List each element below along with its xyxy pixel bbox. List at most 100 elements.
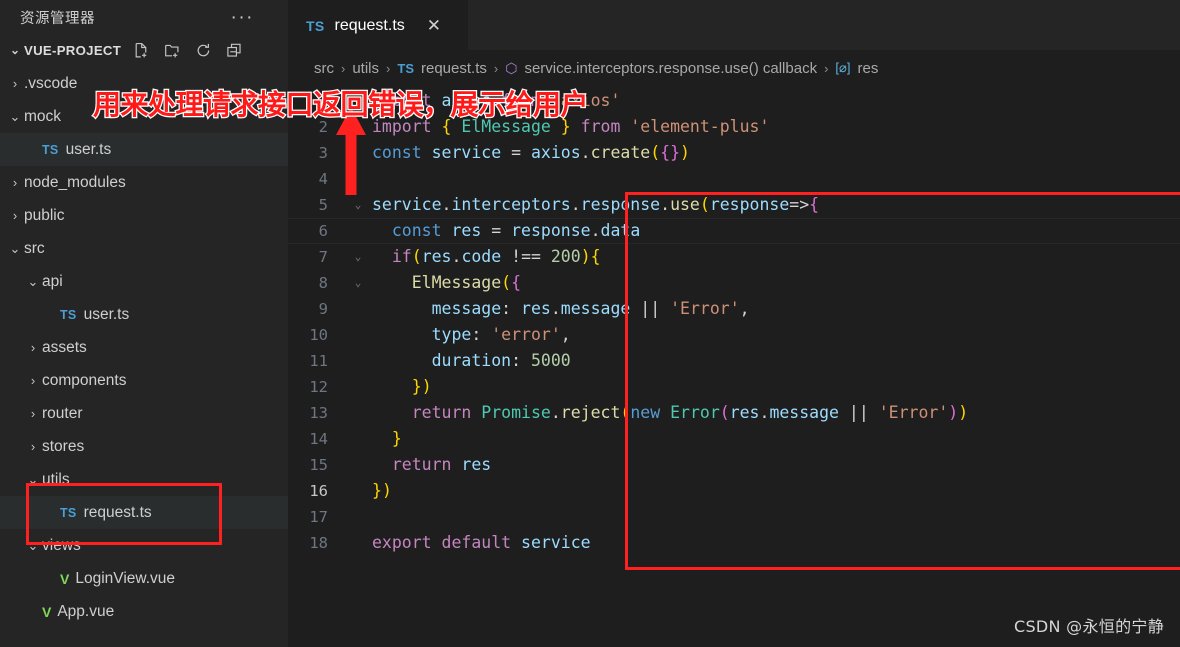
line-number: 13: [309, 404, 328, 422]
chevron-down-icon[interactable]: ⌄: [24, 539, 42, 552]
breadcrumb-segment[interactable]: utils: [352, 60, 379, 77]
line-number: 16: [309, 482, 328, 500]
explorer-title: 资源管理器: [20, 11, 95, 27]
code-line[interactable]: 12 }): [288, 374, 1180, 400]
tree-item-node-modules[interactable]: › node_modules: [0, 166, 288, 199]
new-folder-icon[interactable]: [164, 42, 181, 59]
chevron-down-icon[interactable]: ⌄: [24, 473, 42, 486]
tree-item-label: assets: [42, 338, 87, 356]
fold-chevron-icon[interactable]: ⌄: [350, 244, 366, 270]
more-actions-icon[interactable]: ···: [231, 8, 280, 27]
line-number: 6: [318, 222, 328, 240]
tree-item-label: router: [42, 404, 83, 422]
code-line[interactable]: 8 ⌄ ElMessage({: [288, 270, 1180, 296]
chevron-down-icon[interactable]: ⌄: [6, 242, 24, 255]
annotation-note: 用来处理请求接口返回错误，展示给用户: [92, 87, 590, 123]
code-line[interactable]: 16}): [288, 478, 1180, 504]
tree-item-label: src: [24, 239, 45, 257]
chevron-right-icon[interactable]: ›: [24, 341, 42, 354]
chevron-right-icon[interactable]: ›: [24, 407, 42, 420]
line-number: 12: [309, 378, 328, 396]
tree-item-utils[interactable]: ⌄ utils: [0, 463, 288, 496]
line-number: 10: [309, 326, 328, 344]
code-line[interactable]: 14 }: [288, 426, 1180, 452]
ts-file-icon: TS: [60, 307, 77, 322]
code-line-text: const service = axios.create({}): [372, 143, 690, 162]
ts-file-icon[interactable]: TS: [397, 61, 414, 76]
tree-item-router[interactable]: › router: [0, 397, 288, 430]
chevron-down-icon[interactable]: ⌄: [6, 43, 24, 57]
vue-file-icon: V: [42, 603, 52, 620]
line-number: 7: [318, 248, 328, 266]
tree-item-assets[interactable]: › assets: [0, 331, 288, 364]
tree-item-app-vue[interactable]: V App.vue: [0, 595, 288, 628]
code-line[interactable]: 10 type: 'error',: [288, 322, 1180, 348]
code-line[interactable]: 4: [288, 166, 1180, 192]
symbol-variable-icon[interactable]: [⌀]: [835, 60, 850, 76]
code-line-text: const res = response.data: [391, 221, 641, 240]
line-number: 17: [309, 508, 328, 526]
chevron-right-icon[interactable]: ›: [6, 209, 24, 222]
new-file-icon[interactable]: [133, 42, 150, 59]
code-line-text: type: 'error',: [431, 325, 571, 344]
chevron-down-icon[interactable]: ⌄: [24, 275, 42, 288]
tree-item-user-ts[interactable]: TS user.ts: [0, 298, 288, 331]
tree-item-views[interactable]: ⌄ views: [0, 529, 288, 562]
tree-item-label: user.ts: [83, 305, 130, 323]
code-line[interactable]: 3 const service = axios.create({}): [288, 140, 1180, 166]
chevron-down-icon[interactable]: ⌄: [6, 110, 24, 123]
symbol-function-icon[interactable]: ⬡: [505, 60, 517, 77]
tree-item-request-ts[interactable]: TS request.ts: [0, 496, 288, 529]
line-number: 11: [309, 352, 328, 370]
tree-item-label: stores: [42, 437, 85, 455]
code-line-text: message: res.message || 'Error',: [431, 299, 750, 318]
line-number: 18: [309, 534, 328, 552]
fold-chevron-icon[interactable]: ⌄: [350, 270, 366, 296]
code-line[interactable]: 5 ⌄ service.interceptors.response.use(resp…: [288, 192, 1180, 218]
refresh-icon[interactable]: [195, 42, 212, 59]
code-line-text: return res: [391, 455, 492, 474]
tree-item-label: .vscode: [24, 74, 78, 92]
code-line[interactable]: 6 const res = response.data: [288, 218, 1180, 244]
code-line[interactable]: 13 return Promise.reject(new Error(res.m…: [288, 400, 1180, 426]
tree-item-label: api: [42, 272, 63, 290]
line-number: 9: [318, 300, 328, 318]
code-line[interactable]: 9 message: res.message || 'Error',: [288, 296, 1180, 322]
line-number: 8: [318, 274, 328, 292]
tree-item-components[interactable]: › components: [0, 364, 288, 397]
code-line[interactable]: 11 duration: 5000: [288, 348, 1180, 374]
collapse-folders-icon[interactable]: [226, 42, 243, 59]
tab-request-ts[interactable]: TS request.ts ✕: [288, 0, 468, 50]
tree-item-stores[interactable]: › stores: [0, 430, 288, 463]
chevron-right-icon[interactable]: ›: [24, 374, 42, 387]
breadcrumb-segment[interactable]: src: [314, 60, 334, 77]
close-icon[interactable]: ✕: [427, 16, 441, 36]
tree-item-label: App.vue: [57, 602, 115, 620]
code-line[interactable]: 7 ⌄ if(res.code !== 200){: [288, 244, 1180, 270]
code-line[interactable]: 17: [288, 504, 1180, 530]
tree-item-loginview-vue[interactable]: V LoginView.vue: [0, 562, 288, 595]
tree-item-user-ts[interactable]: TS user.ts: [0, 133, 288, 166]
breadcrumb: src › utils › TS request.ts › ⬡ service.intercep…: [288, 50, 1180, 86]
breadcrumb-separator: ›: [493, 60, 499, 76]
ts-file-icon: TS: [306, 17, 325, 34]
tree-item-api[interactable]: ⌄ api: [0, 265, 288, 298]
breadcrumb-segment[interactable]: res: [857, 60, 878, 77]
tree-item-public[interactable]: › public: [0, 199, 288, 232]
chevron-right-icon[interactable]: ›: [6, 176, 24, 189]
code-line-text: }): [372, 481, 392, 500]
code-line[interactable]: 15 return res: [288, 452, 1180, 478]
code-editor[interactable]: 1 import axios from 'axios' 2 import { ElMe…: [288, 86, 1180, 556]
vue-file-icon: V: [60, 570, 70, 587]
code-line-text: }): [411, 377, 432, 396]
workspace-name: VUE-PROJECT: [24, 42, 122, 58]
chevron-right-icon[interactable]: ›: [6, 77, 24, 90]
explorer-root-row[interactable]: ⌄ VUE-PROJECT: [0, 35, 288, 65]
breadcrumb-segment[interactable]: service.interceptors.response.use() call…: [524, 60, 817, 77]
code-line-text: service.interceptors.response.use(respon…: [372, 195, 820, 214]
chevron-right-icon[interactable]: ›: [24, 440, 42, 453]
breadcrumb-segment[interactable]: request.ts: [421, 60, 487, 77]
tree-item-src[interactable]: ⌄ src: [0, 232, 288, 265]
code-line[interactable]: 18 export default service: [288, 530, 1180, 556]
tree-item-label: components: [42, 371, 127, 389]
